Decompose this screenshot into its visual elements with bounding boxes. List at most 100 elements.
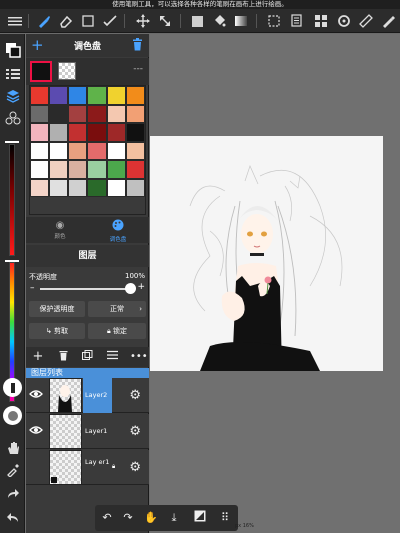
gradient-icon[interactable]	[232, 12, 250, 30]
palette-swatch[interactable]	[30, 86, 50, 105]
gear-icon[interactable]: ⚙	[129, 388, 141, 403]
duplicate-layer-icon[interactable]	[80, 350, 94, 364]
brush-icon[interactable]	[35, 12, 53, 30]
import-icon[interactable]: ⤓	[166, 510, 182, 526]
undo-icon[interactable]: ↶	[99, 510, 115, 526]
opacity-slider-handle[interactable]	[125, 283, 136, 294]
blend-mode-select[interactable]: 正常 ›	[88, 301, 146, 317]
color-fill-icon[interactable]	[188, 12, 206, 30]
palette-swatch[interactable]	[68, 86, 88, 105]
palette-swatch[interactable]	[125, 86, 145, 105]
palette-swatch[interactable]	[49, 160, 69, 179]
brightness-handle[interactable]	[5, 141, 19, 143]
rotate-icon[interactable]	[335, 12, 353, 30]
redo-icon[interactable]	[3, 484, 22, 503]
palette-swatch[interactable]	[106, 123, 126, 142]
brightness-slider[interactable]	[9, 144, 15, 256]
list-icon[interactable]	[3, 64, 22, 83]
delete-palette-icon[interactable]	[132, 38, 143, 54]
gear-icon[interactable]: ⚙	[129, 460, 141, 475]
drawing-canvas[interactable]	[150, 136, 383, 371]
visibility-eye-icon[interactable]	[29, 388, 43, 402]
tab-color[interactable]: ◉ 颜色	[40, 219, 80, 241]
eraser-icon[interactable]	[57, 12, 75, 30]
palette-swatch[interactable]	[49, 178, 69, 197]
palette-swatch[interactable]	[125, 104, 145, 123]
palette-swatch[interactable]	[30, 104, 50, 123]
layer-row[interactable]: Layer2 ⚙	[26, 378, 149, 413]
palette-swatch[interactable]	[30, 141, 50, 160]
delete-layer-icon[interactable]	[56, 350, 70, 364]
palette-swatch[interactable]	[125, 178, 145, 197]
clip-button[interactable]: ↳ 剪取	[29, 323, 85, 339]
palette-swatch[interactable]	[106, 160, 126, 179]
palette-swatch[interactable]	[87, 178, 107, 197]
protect-alpha-button[interactable]: 保护透明度	[29, 301, 85, 317]
undo-icon[interactable]	[3, 508, 22, 527]
visibility-eye-icon[interactable]	[29, 424, 43, 438]
gear-icon[interactable]: ⚙	[129, 424, 141, 439]
pen-icon[interactable]	[379, 12, 397, 30]
eyedropper-icon[interactable]	[3, 460, 22, 479]
opacity-button[interactable]	[3, 406, 22, 425]
brush-size-button[interactable]	[3, 378, 22, 397]
layer-panel-icon[interactable]	[288, 12, 306, 30]
palette-swatch[interactable]	[87, 160, 107, 179]
canvas-area[interactable]	[150, 34, 400, 533]
main-color-swatch[interactable]	[30, 61, 52, 82]
palette-swatch[interactable]	[49, 86, 69, 105]
sub-color-swatch[interactable]	[58, 62, 76, 80]
palette-swatch[interactable]	[106, 141, 126, 160]
palette-swatch[interactable]	[49, 141, 69, 160]
palette-swatch[interactable]	[106, 178, 126, 197]
tab-palette[interactable]: 调色盘	[98, 219, 138, 243]
menu-icon[interactable]	[6, 12, 24, 30]
opacity-increase-button[interactable]: +	[137, 282, 145, 292]
palette-swatch[interactable]	[125, 123, 145, 142]
palette-swatch[interactable]	[125, 141, 145, 160]
layer-row[interactable]: Lay er1 🔒︎ ⚙	[26, 450, 149, 485]
palette-swatch[interactable]	[106, 104, 126, 123]
ruler-icon[interactable]	[357, 12, 375, 30]
fill-tool-icon[interactable]	[101, 12, 119, 30]
palette-swatch[interactable]	[68, 123, 88, 142]
palette-swatch[interactable]	[68, 141, 88, 160]
palette-swatch[interactable]	[30, 178, 50, 197]
opacity-decrease-button[interactable]: –	[30, 283, 35, 293]
palette-swatch[interactable]	[68, 178, 88, 197]
palette-swatch[interactable]	[87, 141, 107, 160]
palette-swatch[interactable]	[30, 123, 50, 142]
grid-icon[interactable]: ⠿	[217, 510, 233, 526]
palette-swatch[interactable]	[68, 160, 88, 179]
palette-swatch[interactable]	[68, 104, 88, 123]
material-icon[interactable]	[312, 12, 330, 30]
palette-swatch[interactable]	[106, 86, 126, 105]
palette-swatch[interactable]	[87, 104, 107, 123]
hue-handle[interactable]	[5, 260, 19, 262]
add-layer-icon[interactable]: +	[31, 350, 45, 364]
layer-row[interactable]: Layer1 ⚙	[26, 414, 149, 449]
palette-more-button[interactable]: ---	[133, 64, 143, 74]
material-circles-icon[interactable]	[3, 108, 22, 127]
bucket-icon[interactable]	[210, 12, 228, 30]
palette-swatch[interactable]	[87, 123, 107, 142]
palette-swatch[interactable]	[49, 123, 69, 142]
layer-list-icon[interactable]	[105, 350, 119, 364]
hand-icon[interactable]	[3, 438, 22, 457]
move-icon[interactable]	[134, 12, 152, 30]
opacity-slider-track[interactable]	[40, 288, 132, 290]
palette-swatch[interactable]	[87, 86, 107, 105]
more-options-icon[interactable]: •••	[130, 350, 148, 364]
snap-icon[interactable]	[192, 510, 208, 526]
transform-icon[interactable]	[156, 12, 174, 30]
palette-swatch[interactable]	[30, 160, 50, 179]
color-swap-icon[interactable]	[3, 40, 22, 59]
palette-swatch[interactable]	[49, 104, 69, 123]
redo-icon[interactable]: ↷	[120, 510, 136, 526]
hand-icon[interactable]: ✋	[143, 510, 159, 526]
layers-icon[interactable]	[3, 86, 22, 105]
rect-select-icon[interactable]	[79, 12, 97, 30]
lock-button[interactable]: 🔒︎ 锁定	[88, 323, 146, 339]
palette-swatch[interactable]	[125, 160, 145, 179]
selection-icon[interactable]	[265, 12, 283, 30]
